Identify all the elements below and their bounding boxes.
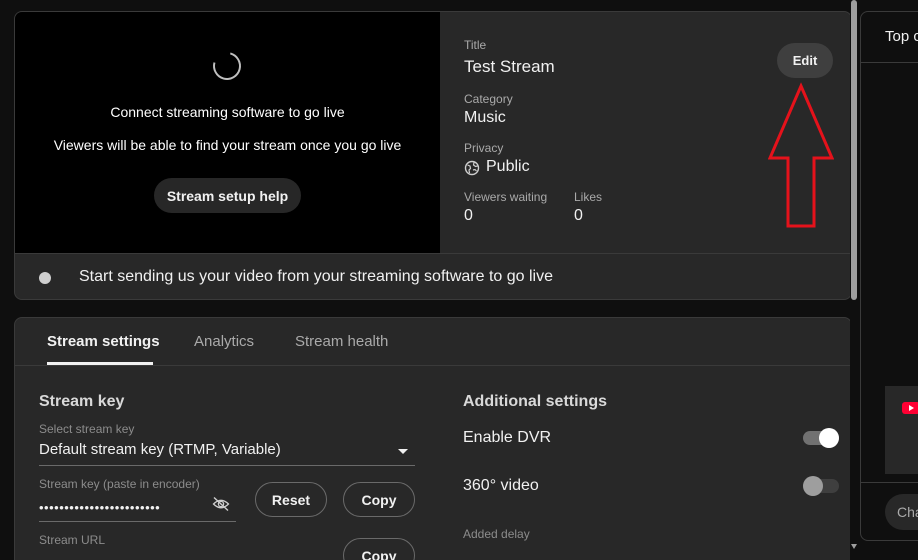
video-360-label: 360° video bbox=[463, 477, 539, 494]
stream-key-underline bbox=[39, 521, 236, 522]
reset-button[interactable]: Reset bbox=[255, 482, 327, 517]
stream-key-label: Stream key (paste in encoder) bbox=[39, 477, 200, 491]
status-text: Start sending us your video from your st… bbox=[79, 268, 553, 285]
likes-label: Likes bbox=[574, 190, 603, 204]
enable-dvr-toggle[interactable] bbox=[803, 428, 839, 448]
title-value: Test Stream bbox=[464, 57, 555, 76]
viewers-message: Viewers will be able to find your stream… bbox=[53, 137, 402, 153]
stream-info-panel: Title Test Stream Edit Category Music Pr… bbox=[440, 12, 851, 253]
live-chat-panel: Top c Cha bbox=[860, 11, 918, 541]
chat-header-divider bbox=[861, 62, 918, 63]
video-preview: Connect streaming software to go live Vi… bbox=[15, 12, 440, 253]
category-value: Music bbox=[464, 109, 506, 126]
annotation-arrow-icon bbox=[768, 82, 834, 228]
chat-input-divider bbox=[861, 482, 918, 483]
active-tab-indicator bbox=[47, 362, 153, 365]
chat-input-placeholder: Cha bbox=[897, 504, 918, 520]
additional-settings-title: Additional settings bbox=[463, 393, 607, 410]
scroll-down-arrow-icon[interactable] bbox=[851, 544, 857, 549]
globe-icon bbox=[464, 160, 480, 176]
tab-analytics[interactable]: Analytics bbox=[194, 333, 254, 350]
chat-title[interactable]: Top c bbox=[885, 28, 918, 45]
stream-key-select[interactable]: Default stream key (RTMP, Variable) bbox=[39, 441, 281, 458]
tab-stream-settings[interactable]: Stream settings bbox=[47, 333, 160, 350]
title-label: Title bbox=[464, 38, 487, 52]
stream-settings-card: Stream settings Analytics Stream health … bbox=[14, 317, 852, 560]
copy-stream-key-button[interactable]: Copy bbox=[343, 482, 415, 517]
stream-key-title: Stream key bbox=[39, 393, 125, 410]
privacy-label: Privacy bbox=[464, 141, 504, 155]
select-stream-key-label: Select stream key bbox=[39, 422, 135, 436]
status-dot-icon bbox=[39, 272, 51, 284]
live-status-row: Start sending us your video from your st… bbox=[15, 253, 851, 299]
viewers-waiting-value: 0 bbox=[464, 207, 473, 224]
copy-stream-url-button[interactable]: Copy bbox=[343, 538, 415, 560]
enable-dvr-label: Enable DVR bbox=[463, 429, 552, 446]
connect-message: Connect streaming software to go live bbox=[110, 104, 345, 120]
youtube-logo-icon bbox=[902, 402, 918, 414]
stream-setup-help-button[interactable]: Stream setup help bbox=[154, 178, 301, 213]
tab-stream-health[interactable]: Stream health bbox=[295, 333, 388, 350]
select-underline bbox=[39, 465, 415, 466]
edit-button[interactable]: Edit bbox=[777, 43, 833, 78]
loading-spinner-icon bbox=[207, 46, 247, 86]
scrollbar-thumb[interactable] bbox=[851, 0, 857, 300]
stream-preview-card: Connect streaming software to go live Vi… bbox=[14, 11, 852, 300]
stream-key-input[interactable]: •••••••••••••••••••••••• bbox=[39, 500, 160, 515]
likes-value: 0 bbox=[574, 207, 583, 224]
chat-placeholder-card bbox=[885, 386, 918, 474]
privacy-value: Public bbox=[486, 158, 530, 175]
viewers-waiting-label: Viewers waiting bbox=[464, 190, 548, 204]
stream-url-label: Stream URL bbox=[39, 533, 106, 547]
chat-input[interactable]: Cha bbox=[885, 494, 918, 530]
video-360-toggle[interactable] bbox=[803, 476, 839, 496]
settings-tabs: Stream settings Analytics Stream health bbox=[15, 318, 851, 366]
dropdown-caret-icon[interactable] bbox=[398, 449, 408, 454]
added-delay-label: Added delay bbox=[463, 527, 530, 541]
category-label: Category bbox=[464, 92, 513, 106]
hide-visibility-icon[interactable] bbox=[212, 496, 230, 512]
